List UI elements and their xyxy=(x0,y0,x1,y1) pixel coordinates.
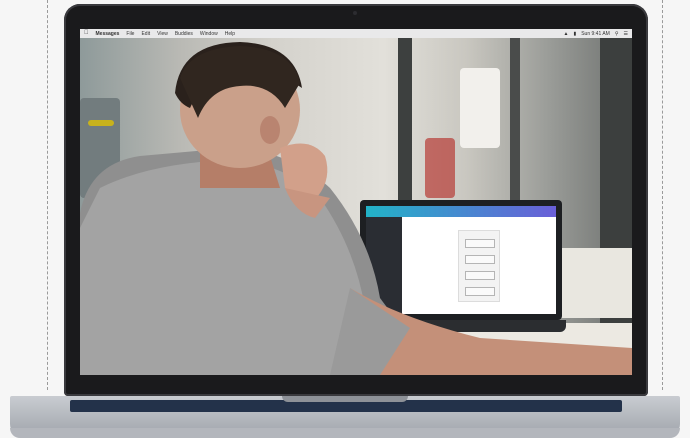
photo-person xyxy=(80,42,632,375)
search-icon[interactable]: ⚲ xyxy=(615,31,619,37)
camera-icon xyxy=(353,11,357,15)
page:  Messages File Edit View Buddies Window… xyxy=(0,0,690,438)
wallpaper-photo xyxy=(80,38,632,375)
wifi-icon[interactable]: ▲ xyxy=(563,31,568,37)
laptop-lid:  Messages File Edit View Buddies Window… xyxy=(64,4,648,396)
menubar-item-window[interactable]: Window xyxy=(200,31,218,37)
dashed-guide-right xyxy=(662,0,663,390)
menubar-clock[interactable]: Sun 9:41 AM xyxy=(581,31,610,37)
mac-menubar:  Messages File Edit View Buddies Window… xyxy=(80,29,632,38)
battery-icon[interactable]: ▮ xyxy=(573,31,576,37)
menubar-item-file[interactable]: File xyxy=(126,31,134,37)
menubar-status-area: ▲ ▮ Sun 9:41 AM ⚲ ☰ xyxy=(563,31,628,37)
menubar-item-buddies[interactable]: Buddies xyxy=(175,31,193,37)
dashed-guide-left xyxy=(47,0,48,390)
menubar-item-help[interactable]: Help xyxy=(225,31,235,37)
menubar-app-name[interactable]: Messages xyxy=(96,31,120,37)
menu-list-icon[interactable]: ☰ xyxy=(624,31,628,37)
apple-icon[interactable]:  xyxy=(84,29,89,38)
laptop-opening-notch xyxy=(282,396,408,402)
menubar-item-view[interactable]: View xyxy=(157,31,168,37)
menubar-item-edit[interactable]: Edit xyxy=(141,31,150,37)
laptop-base-bottom xyxy=(10,428,680,438)
laptop-screen:  Messages File Edit View Buddies Window… xyxy=(80,29,632,375)
